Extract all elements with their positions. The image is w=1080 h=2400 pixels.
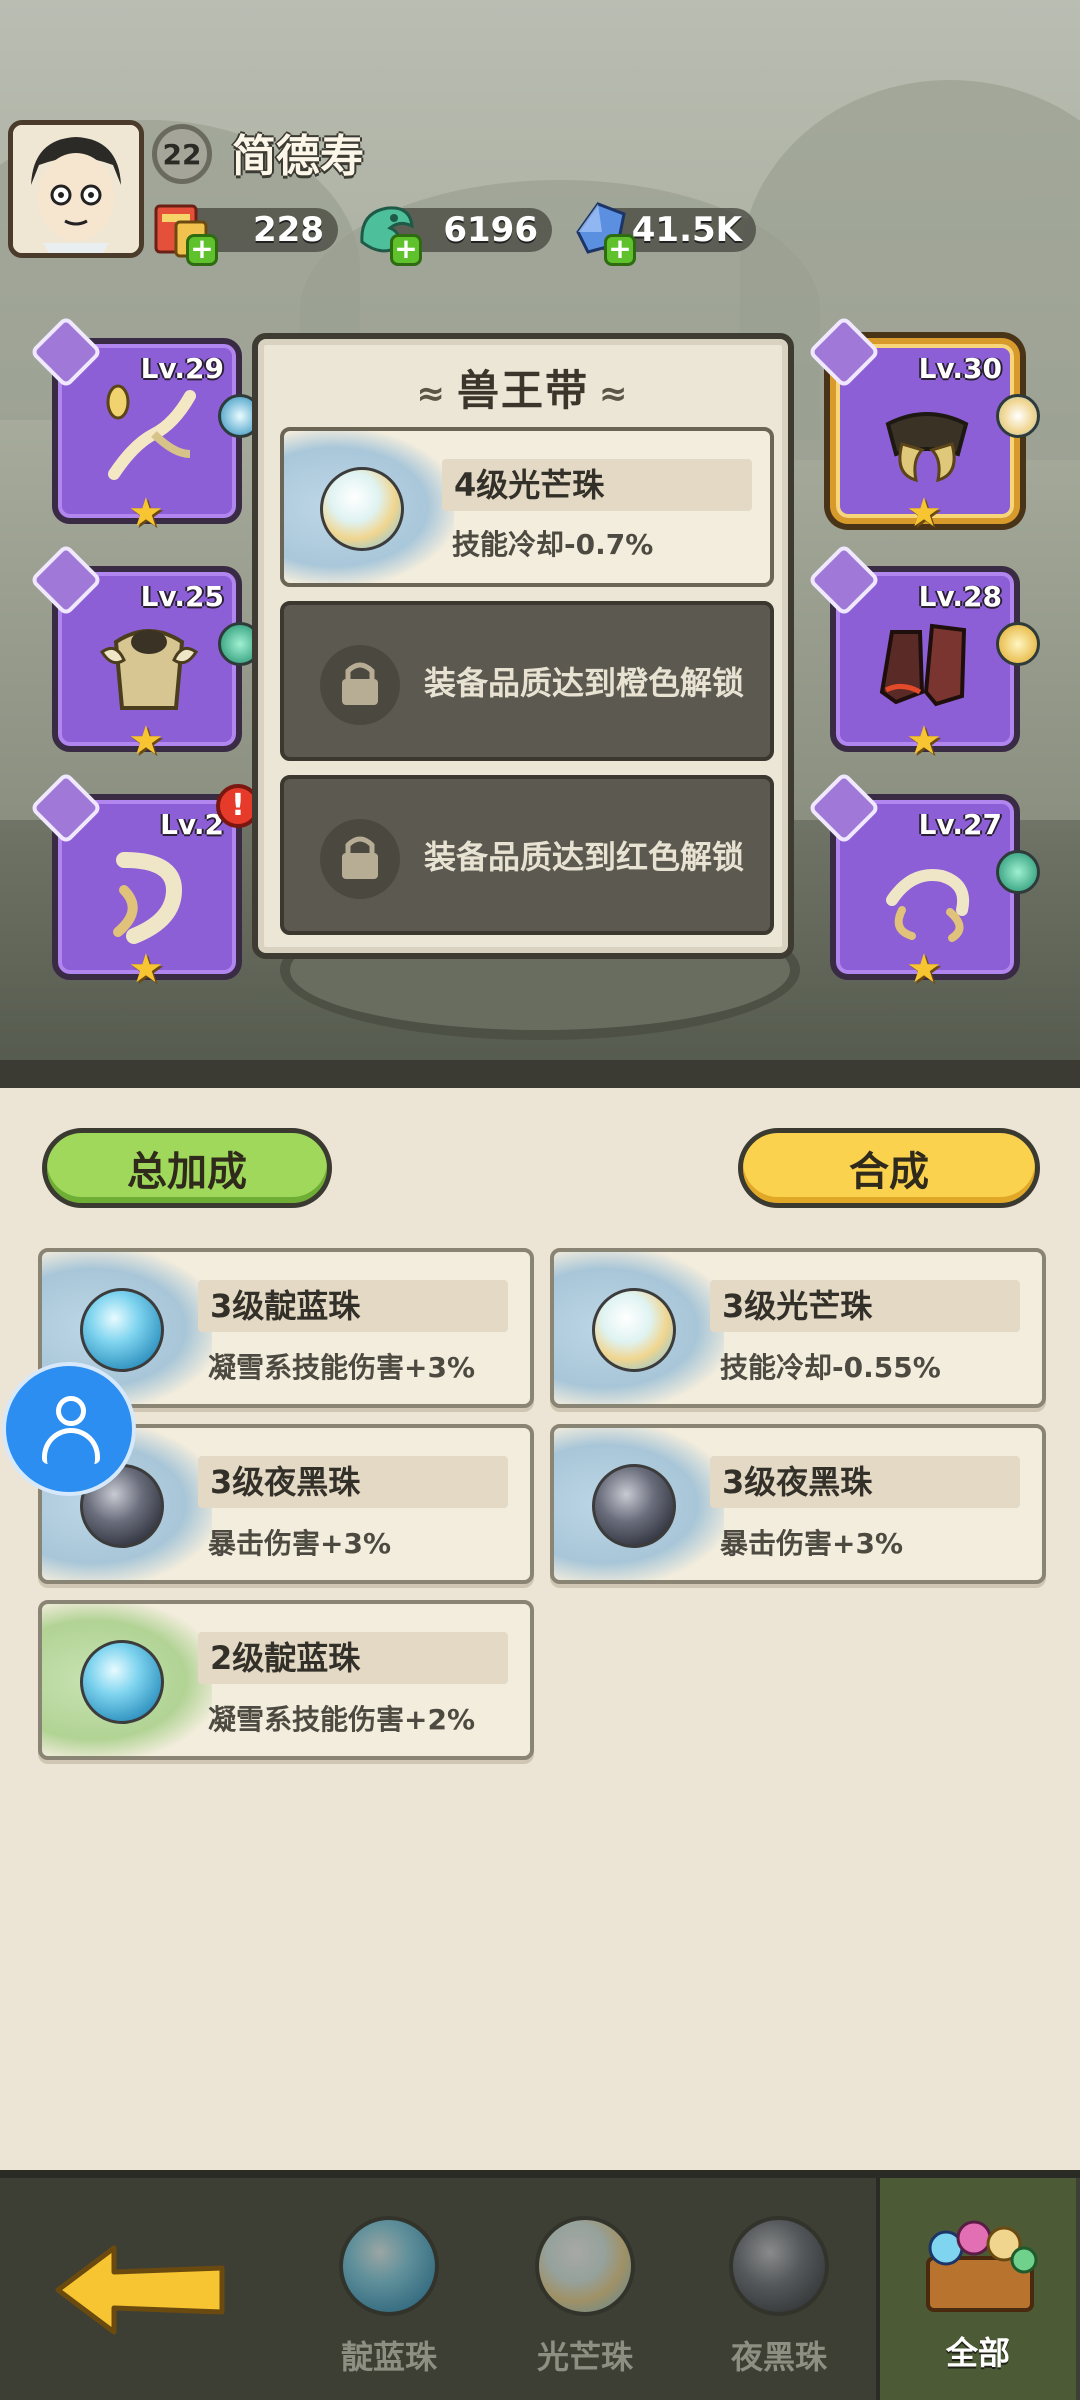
tab-all[interactable]: 全部 <box>876 2178 1076 2400</box>
indigo-pearl-icon <box>80 1640 164 1724</box>
light-pearl-icon <box>320 467 404 551</box>
resource-crystal-value: 41.5K <box>631 210 742 250</box>
light-pearl-icon <box>535 2216 635 2316</box>
equip-level: Lv.2 <box>160 808 224 841</box>
star-icon: ★ <box>128 718 164 764</box>
tab-label: 夜黑珠 <box>730 2338 827 2376</box>
bottom-tab-bar: 靛蓝珠 光芒珠 夜黑珠 全部 <box>0 2170 1080 2400</box>
equip-level: Lv.29 <box>140 352 224 385</box>
player-avatar[interactable] <box>8 120 144 258</box>
night-pearl-icon <box>729 2216 829 2316</box>
lock-icon <box>320 819 400 899</box>
pearl-effect: 暴击伤害+3% <box>720 1527 903 1560</box>
cloud-ornament-icon: ≈ <box>599 374 630 414</box>
equip-slot-boots[interactable]: Lv.28 ★ <box>807 543 1040 764</box>
player-name: 简德寿 <box>232 131 364 182</box>
star-icon: ★ <box>906 718 942 764</box>
add-jade-button[interactable]: + <box>390 234 422 266</box>
unlock-requirement: 装备品质达到红色解锁 <box>424 838 745 876</box>
socket-gem-icon <box>996 850 1040 894</box>
pearl-effect: 暴击伤害+3% <box>208 1527 391 1560</box>
panel-title-row: ≈ 兽王带 ≈ <box>258 357 788 418</box>
pearl-name: 3级光芒珠 <box>710 1280 1020 1332</box>
indigo-pearl-icon <box>80 1288 164 1372</box>
horn-accessory-icon <box>94 840 204 950</box>
equip-level: Lv.30 <box>918 352 1002 385</box>
equip-slot-accessory[interactable]: Lv.2 ! ★ <box>29 771 260 992</box>
socket-gem-icon <box>996 394 1040 438</box>
tab-label: 靛蓝珠 <box>340 2338 437 2376</box>
panel-title: 兽王带 <box>456 366 589 415</box>
lock-icon <box>320 645 400 725</box>
tab-label: 光芒珠 <box>536 2338 633 2376</box>
whip-weapon-icon <box>94 384 204 494</box>
pearl-card[interactable]: 3级光芒珠 技能冷却-0.55% <box>550 1248 1046 1408</box>
tab-indigo-pearl[interactable]: 靛蓝珠 <box>304 2206 474 2396</box>
star-icon: ★ <box>906 490 942 536</box>
socket-gem-name: 4级光芒珠 <box>442 459 752 511</box>
equip-slot-weapon[interactable]: Lv.29 ★ <box>29 315 262 536</box>
armor-chest-icon <box>94 612 204 722</box>
equip-slot-belt[interactable]: Lv.30 ★ <box>807 315 1040 536</box>
scene-divider <box>0 1060 1080 1088</box>
indigo-pearl-icon <box>339 2216 439 2316</box>
star-icon: ★ <box>128 946 164 992</box>
equip-level: Lv.27 <box>918 808 1002 841</box>
cloud-ornament-icon: ≈ <box>416 374 447 414</box>
blue-crystal-icon[interactable]: + <box>564 192 638 266</box>
beast-belt-icon <box>872 384 982 494</box>
equip-level: Lv.25 <box>140 580 224 613</box>
pearl-card[interactable]: 3级夜黑珠 暴击伤害+3% <box>550 1424 1046 1584</box>
socket-slot-2-locked: 装备品质达到橙色解锁 <box>280 601 774 761</box>
pearl-card[interactable]: 2级靛蓝珠 凝雪系技能伤害+2% <box>38 1600 534 1760</box>
resource-jade-value: 6196 <box>443 210 538 250</box>
jade-dragon-icon[interactable]: + <box>350 192 424 266</box>
socket-slot-1[interactable]: 4级光芒珠 技能冷却-0.7% <box>280 427 774 587</box>
pearl-name: 3级夜黑珠 <box>710 1456 1020 1508</box>
pearl-name: 3级夜黑珠 <box>198 1456 508 1508</box>
total-bonus-button[interactable]: 总加成 <box>42 1128 332 1208</box>
pearl-effect: 技能冷却-0.55% <box>720 1351 941 1384</box>
socket-gem-icon <box>996 622 1040 666</box>
equip-level: Lv.28 <box>918 580 1002 613</box>
boots-icon <box>872 612 982 722</box>
scroll-ticket-icon[interactable]: + <box>146 192 220 266</box>
light-pearl-icon <box>592 1288 676 1372</box>
claw-ring-icon <box>872 840 982 950</box>
user-icon <box>56 1396 86 1426</box>
equip-slot-armor[interactable]: Lv.25 ★ <box>29 543 262 764</box>
add-tickets-button[interactable]: + <box>186 234 218 266</box>
resource-tickets-value: 228 <box>253 210 324 250</box>
merge-button[interactable]: 合成 <box>738 1128 1040 1208</box>
add-crystal-button[interactable]: + <box>604 234 636 266</box>
back-arrow-icon[interactable] <box>52 2240 232 2340</box>
pearl-name: 3级靛蓝珠 <box>198 1280 508 1332</box>
floating-user-button[interactable] <box>2 1362 136 1496</box>
night-pearl-icon <box>592 1464 676 1548</box>
equip-slot-ring[interactable]: Lv.27 ★ <box>807 771 1040 992</box>
treasure-chest-icon <box>912 2208 1048 2318</box>
unlock-requirement: 装备品质达到橙色解锁 <box>424 664 745 702</box>
pearl-effect: 凝雪系技能伤害+2% <box>208 1703 475 1736</box>
tab-night-pearl[interactable]: 夜黑珠 <box>694 2206 864 2396</box>
tab-label: 全部 <box>945 2334 1010 2372</box>
pearl-effect: 凝雪系技能伤害+3% <box>208 1351 475 1384</box>
star-icon: ★ <box>128 490 164 536</box>
tab-light-pearl[interactable]: 光芒珠 <box>500 2206 670 2396</box>
equipment-detail-panel: ≈ 兽王带 ≈ 4级光芒珠 技能冷却-0.7% 装备品质达到橙色解锁 装备品质达到红… <box>252 333 794 959</box>
player-level-badge: 22 <box>152 124 212 184</box>
pearl-name: 2级靛蓝珠 <box>198 1632 508 1684</box>
star-icon: ★ <box>906 946 942 992</box>
socket-slot-3-locked: 装备品质达到红色解锁 <box>280 775 774 935</box>
socket-gem-effect: 技能冷却-0.7% <box>452 528 654 561</box>
